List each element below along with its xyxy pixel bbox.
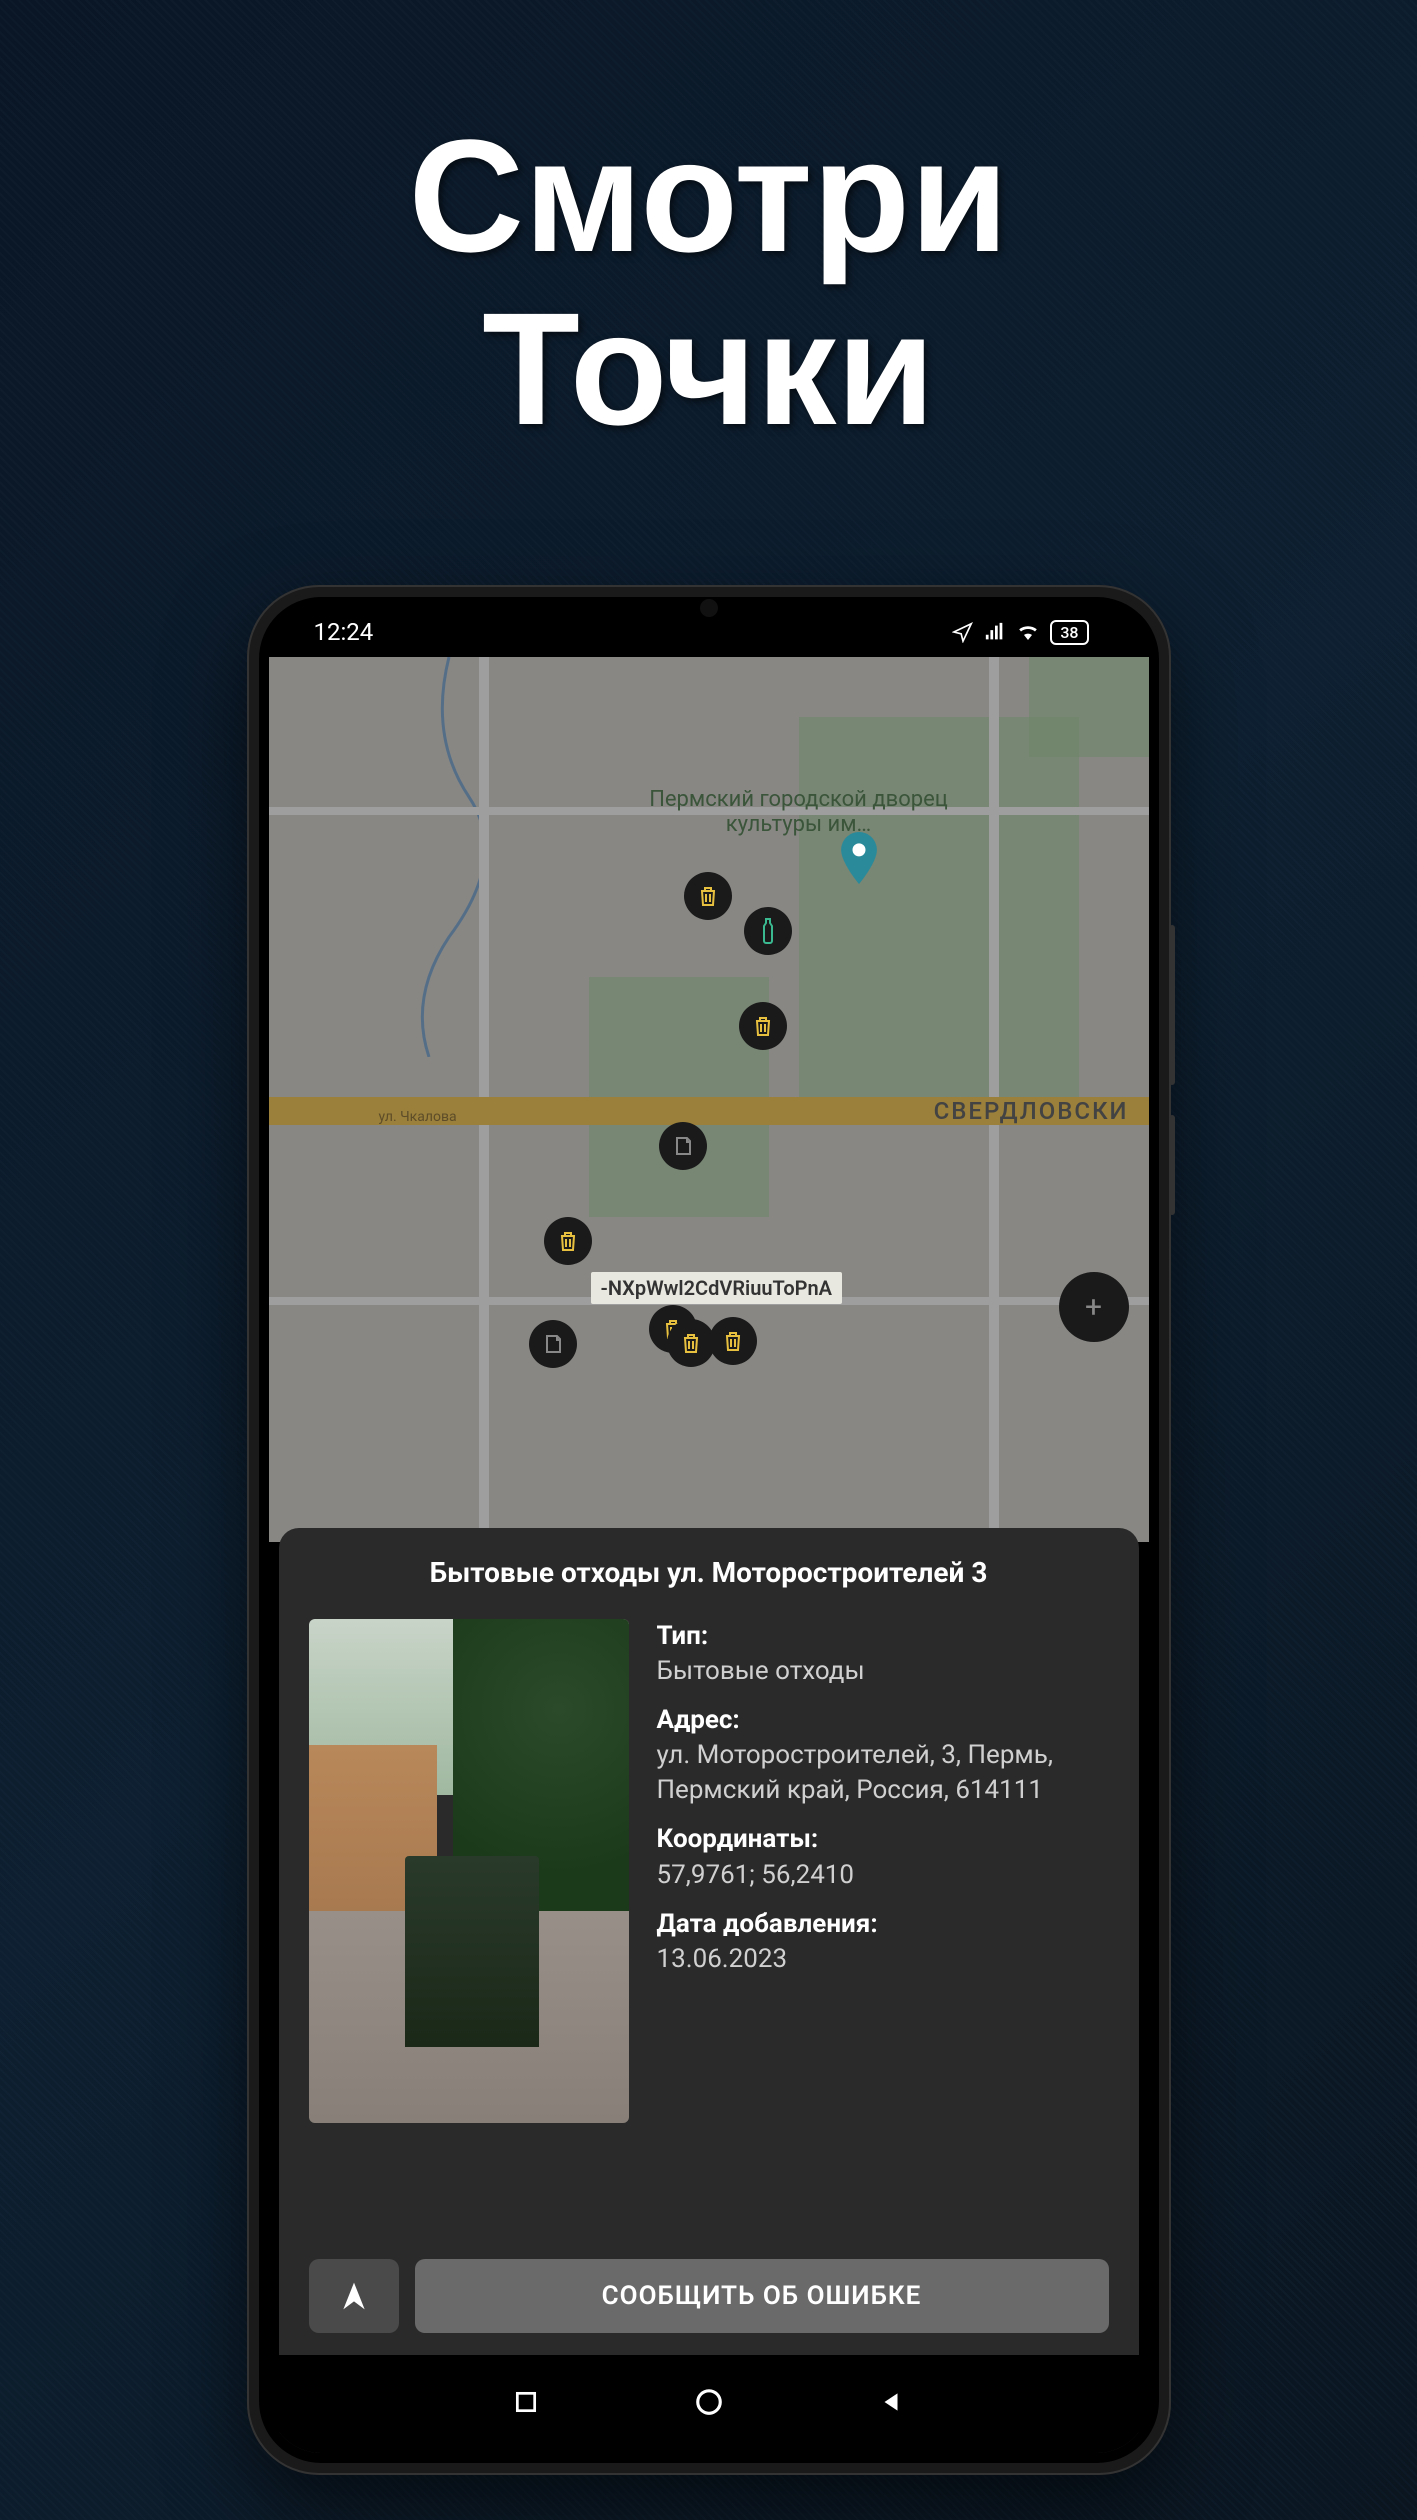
battery-indicator: 38 (1050, 620, 1088, 645)
plus-icon: + (1085, 1290, 1102, 1325)
map-marker-trash-selected[interactable] (667, 1319, 715, 1367)
type-label: Тип: (657, 1619, 1109, 1654)
wifi-icon (1016, 620, 1040, 644)
point-photo[interactable] (309, 1619, 629, 2123)
coords-value: 57,9761; 56,2410 (657, 1858, 1109, 1893)
android-recent-button[interactable] (513, 2389, 539, 2419)
android-home-button[interactable] (694, 2387, 724, 2421)
address-label: Адрес: (657, 1703, 1109, 1738)
point-detail-sheet: Бытовые отходы ул. Моторостроителей 3 Ти… (279, 1528, 1139, 2453)
map-marker-bottle[interactable] (744, 907, 792, 955)
map-marker-paper[interactable] (659, 1122, 707, 1170)
add-point-button[interactable]: + (1059, 1272, 1129, 1342)
signal-icon (984, 621, 1006, 643)
date-value: 13.06.2023 (657, 1942, 1109, 1977)
marker-id-tooltip: -NXpWwl2CdVRiuuToPnA (591, 1272, 843, 1304)
date-label: Дата добавления: (657, 1907, 1109, 1942)
address-value: ул. Моторостроителей, 3, Пермь, Пермский… (657, 1738, 1109, 1808)
map-marker-trash[interactable] (709, 1317, 757, 1365)
map-marker-trash[interactable] (544, 1217, 592, 1265)
navigate-button[interactable] (309, 2259, 399, 2333)
android-back-button[interactable] (878, 2389, 904, 2419)
map-marker-trash[interactable] (684, 872, 732, 920)
volume-button (1169, 925, 1175, 1085)
status-time: 12:24 (314, 618, 374, 646)
report-error-button[interactable]: СООБЩИТЬ ОБ ОШИБКЕ (415, 2259, 1109, 2333)
map-view[interactable]: Пермский городской дворец культуры им… С… (269, 657, 1149, 1542)
report-button-label: СООБЩИТЬ ОБ ОШИБКЕ (602, 2281, 922, 2311)
map-marker-trash[interactable] (739, 1002, 787, 1050)
location-pin-icon[interactable] (839, 832, 879, 884)
location-status-icon (952, 621, 974, 643)
type-value: Бытовые отходы (657, 1654, 1109, 1689)
power-button (1169, 1115, 1175, 1215)
promo-title: Смотри Точки (0, 110, 1417, 456)
android-nav-bar (279, 2355, 1139, 2453)
sheet-title: Бытовые отходы ул. Моторостроителей 3 (309, 1556, 1109, 1589)
phone-camera-notch (700, 599, 718, 617)
point-details: Тип: Бытовые отходы Адрес: ул. Моторостр… (657, 1619, 1109, 2123)
promo-line-2: Точки (0, 283, 1417, 456)
nav-arrow-icon (338, 2280, 370, 2312)
promo-line-1: Смотри (0, 110, 1417, 283)
phone-mockup: 12:24 38 (247, 585, 1171, 2475)
map-marker-paper[interactable] (529, 1320, 577, 1368)
coords-label: Координаты: (657, 1822, 1109, 1857)
